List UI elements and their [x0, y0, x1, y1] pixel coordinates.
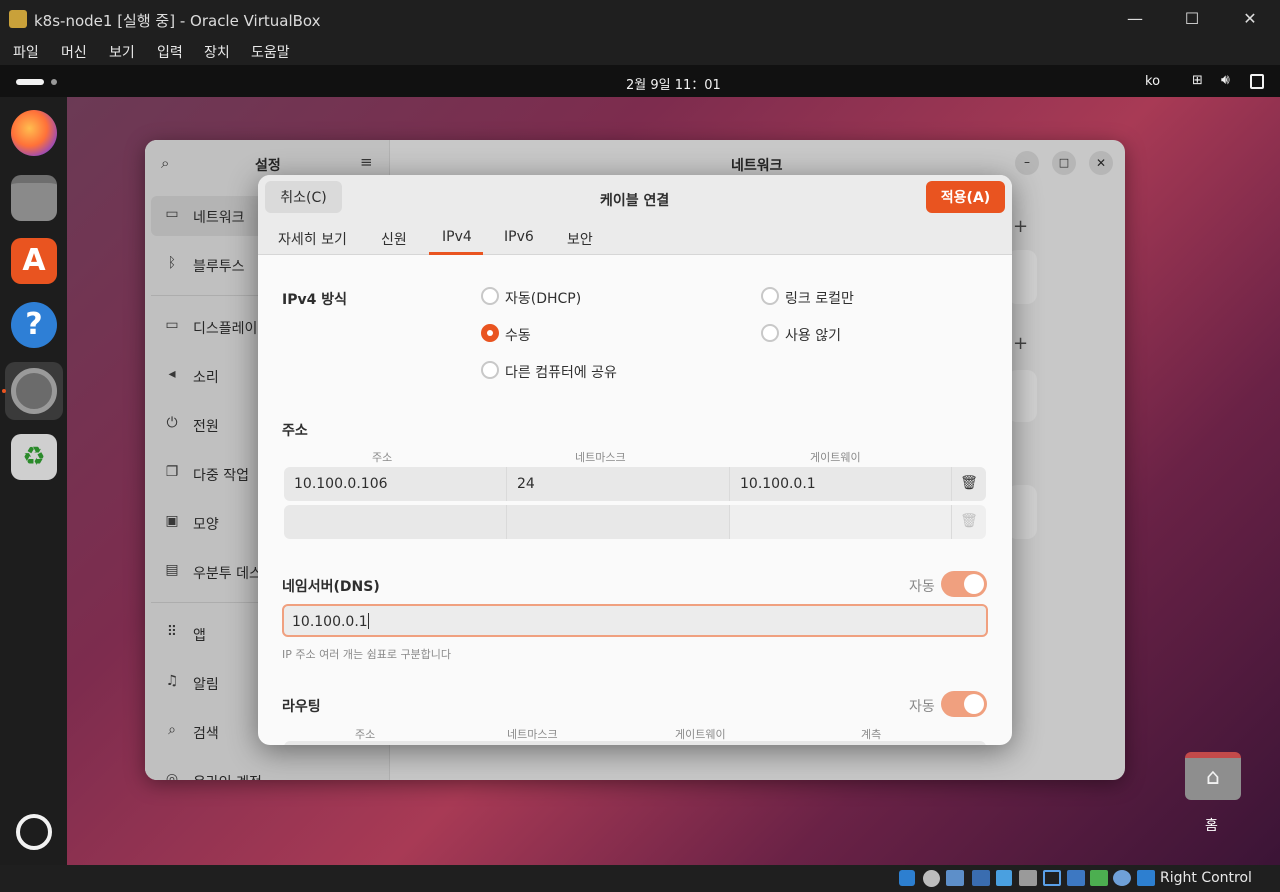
netmask-column-header: 네트마스크	[575, 451, 626, 464]
radio-shared[interactable]	[481, 361, 499, 379]
shared-folder-icon[interactable]	[1019, 870, 1037, 886]
display-status-icon[interactable]	[1043, 870, 1061, 886]
apply-button[interactable]: 적용(A)	[926, 181, 1005, 213]
maximize-icon[interactable]: ☐	[1179, 6, 1205, 32]
app-center-icon[interactable]: A	[11, 238, 57, 284]
routing-auto-label: 자동	[909, 699, 935, 715]
dns-auto-label: 자동	[909, 579, 935, 595]
audio-icon[interactable]	[946, 870, 964, 886]
close-icon[interactable]: ✕	[1237, 6, 1263, 32]
gateway-column-header: 게이트웨이	[810, 451, 861, 464]
route-row[interactable]	[284, 741, 986, 745]
home-folder-label: 홈	[1205, 818, 1218, 834]
menu-devices[interactable]: 장치	[204, 42, 230, 62]
dialog-title: 케이블 연결	[600, 193, 670, 209]
tab-ipv6[interactable]: IPv6	[504, 229, 534, 245]
tab-security[interactable]: 보안	[567, 229, 593, 249]
gateway-input-empty[interactable]	[730, 505, 952, 539]
route-metric-column-header: 계측	[861, 728, 882, 741]
radio-disabled[interactable]	[761, 324, 779, 342]
menu-file[interactable]: 파일	[13, 42, 39, 62]
trash-icon[interactable]: ♻	[11, 434, 57, 480]
tab-ipv4[interactable]: IPv4	[442, 229, 472, 245]
mouse-integration-icon[interactable]	[1113, 870, 1131, 886]
gnome-top-bar: 2월 9일 11：01 ko ⊞ 🔊︎	[0, 65, 1280, 97]
radio-manual-label: 수동	[505, 328, 531, 344]
network-status-icon[interactable]: ⊞	[1192, 73, 1203, 88]
settings-icon[interactable]	[11, 368, 57, 414]
cancel-button[interactable]: 취소(C)	[265, 181, 342, 213]
route-gateway-column-header: 게이트웨이	[675, 728, 726, 741]
text-cursor	[367, 613, 369, 629]
vbox-app-icon	[9, 10, 27, 28]
radio-auto-dhcp-label: 자동(DHCP)	[505, 291, 582, 307]
recording-icon[interactable]	[1067, 870, 1085, 886]
firefox-icon[interactable]	[11, 110, 57, 156]
address-section-title: 주소	[282, 423, 308, 439]
active-tab-underline	[429, 252, 483, 255]
vbox-status-bar: Right Control	[0, 865, 1280, 892]
show-apps-icon[interactable]	[16, 814, 52, 850]
netmask-input-empty[interactable]	[507, 505, 730, 539]
address-column-header: 주소	[372, 451, 393, 464]
battery-icon[interactable]	[1250, 74, 1264, 89]
radio-link-local[interactable]	[761, 287, 779, 305]
dock: A ? ♻	[0, 97, 67, 865]
wired-connection-dialog: 취소(C) 케이블 연결 적용(A) 자세히 보기 신원 IPv4 IPv6 보…	[258, 175, 1012, 745]
input-language[interactable]: ko	[1145, 74, 1160, 89]
dns-input[interactable]: 10.100.0.1	[282, 604, 988, 637]
vbox-title-bar: k8s-node1 [실행 중] - Oracle VirtualBox — ☐…	[0, 0, 1280, 39]
gateway-input[interactable]: 10.100.0.1	[730, 467, 952, 501]
radio-link-local-label: 링크 로컬만	[785, 291, 854, 307]
volume-icon[interactable]: 🔊︎	[1221, 72, 1230, 88]
tab-details[interactable]: 자세히 보기	[278, 229, 347, 249]
dns-auto-toggle[interactable]	[941, 571, 987, 597]
home-folder-icon[interactable]: ⌂	[1185, 752, 1241, 800]
dialog-header: 취소(C) 케이블 연결 적용(A) 자세히 보기 신원 IPv4 IPv6 보…	[258, 175, 1012, 255]
radio-disabled-label: 사용 않기	[785, 328, 841, 344]
address-input[interactable]: 10.100.0.106	[284, 467, 507, 501]
optical-drive-icon[interactable]	[923, 870, 940, 887]
files-icon[interactable]	[11, 175, 57, 221]
address-input-empty[interactable]	[284, 505, 507, 539]
menu-machine[interactable]: 머신	[61, 42, 87, 62]
dns-section-title: 네임서버(DNS)	[282, 579, 380, 595]
vbox-window-title: k8s-node1 [실행 중] - Oracle VirtualBox	[34, 12, 321, 30]
menu-view[interactable]: 보기	[109, 42, 135, 62]
cpu-icon[interactable]	[1090, 870, 1108, 886]
routing-auto-toggle[interactable]	[941, 691, 987, 717]
host-key-label: Right Control	[1160, 870, 1252, 886]
running-indicator	[2, 389, 6, 393]
vbox-menubar: 파일 머신 보기 입력 장치 도움말	[0, 39, 1280, 65]
route-netmask-column-header: 네트마스크	[507, 728, 558, 741]
dns-input-value: 10.100.0.1	[292, 614, 368, 630]
ipv4-method-label: IPv4 방식	[282, 292, 347, 308]
route-address-column-header: 주소	[355, 728, 376, 741]
radio-manual[interactable]	[481, 324, 499, 342]
routing-section-title: 라우팅	[282, 699, 321, 715]
radio-auto-dhcp[interactable]	[481, 287, 499, 305]
hdd-icon[interactable]	[899, 870, 915, 886]
radio-shared-label: 다른 컴퓨터에 공유	[505, 365, 617, 381]
minimize-icon[interactable]: —	[1122, 6, 1148, 32]
delete-address-button[interactable]: 🗑︎	[952, 467, 986, 501]
dns-hint: IP 주소 여러 개는 쉼표로 구분합니다	[282, 648, 452, 661]
activities-indicator[interactable]	[16, 79, 44, 85]
menu-help[interactable]: 도움말	[251, 42, 290, 62]
delete-address-button-disabled: 🗑︎	[952, 505, 986, 539]
menu-input[interactable]: 입력	[157, 42, 183, 62]
keyboard-capture-icon[interactable]	[1137, 870, 1155, 886]
help-icon[interactable]: ?	[11, 302, 57, 348]
tab-identity[interactable]: 신원	[381, 229, 407, 249]
clock[interactable]: 2월 9일 11：01	[626, 74, 721, 93]
network-adapter-icon[interactable]	[972, 870, 990, 886]
netmask-input[interactable]: 24	[507, 467, 730, 501]
workspace-dot	[51, 79, 57, 85]
usb-icon[interactable]	[996, 870, 1012, 886]
